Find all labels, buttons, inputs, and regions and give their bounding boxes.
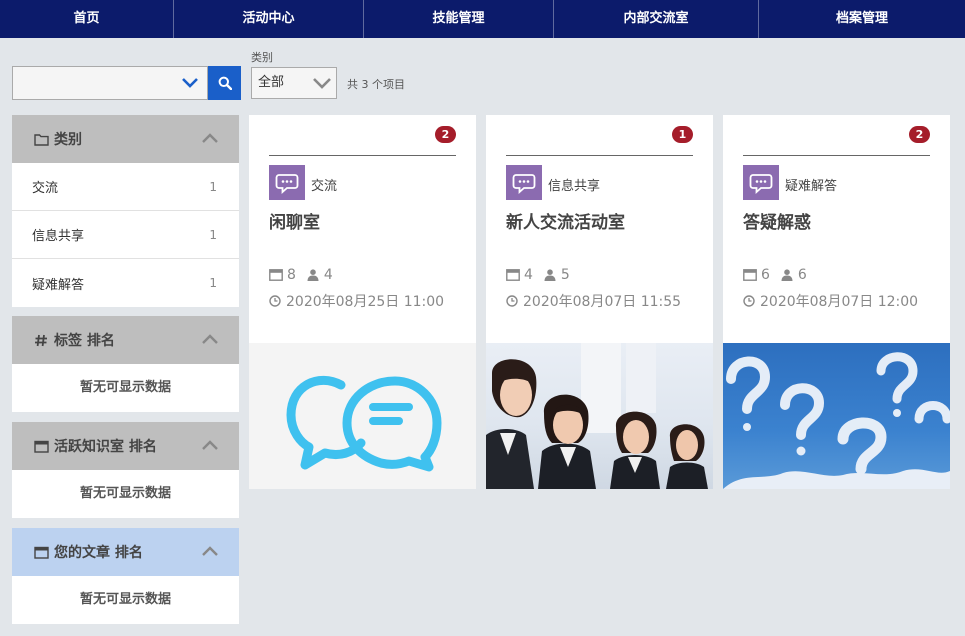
card-stats: 6 6 (743, 267, 807, 283)
card-post-count: 4 (524, 267, 533, 283)
chevron-up-icon[interactable] (201, 545, 219, 557)
search-icon (218, 76, 232, 90)
chevron-up-icon[interactable] (201, 439, 219, 451)
card-stats: 8 4 (269, 267, 333, 283)
category-filter-label: 类别 (251, 51, 273, 64)
card-divider (506, 155, 693, 156)
card-stats: 4 5 (506, 267, 570, 283)
room-card[interactable]: 2 交流 闲聊室 8 4 2020年08月25日 11:00 (249, 115, 476, 489)
window-icon (506, 269, 520, 281)
card-timestamp: 2020年08月07日 11:55 (523, 294, 682, 310)
category-item-count: 1 (209, 227, 217, 242)
my-article-ranking-title: 您的文章 排名 (54, 545, 143, 561)
card-title[interactable]: 新人交流活动室 (506, 208, 625, 233)
unread-badge: 2 (435, 126, 456, 143)
window-icon (34, 440, 49, 453)
user-icon (307, 269, 319, 281)
category-item-label: 疑难解答 (32, 277, 85, 293)
category-item-troubleshooting[interactable]: 疑难解答 1 (12, 259, 239, 307)
cloud-question-marks-photo (723, 343, 950, 489)
chevron-down-icon[interactable] (181, 75, 199, 91)
active-room-ranking-header[interactable]: 活跃知识室 排名 (12, 422, 239, 470)
category-item-info-sharing[interactable]: 信息共享 1 (12, 211, 239, 259)
category-panel: 类别 交流 1 信息共享 1 疑难解答 1 (12, 115, 239, 307)
chevron-up-icon[interactable] (201, 132, 219, 144)
nav-activity-center[interactable]: 活动中心 (174, 0, 364, 38)
item-count: 共 3 个项目 (347, 78, 405, 91)
tag-ranking-empty: 暂无可显示数据 (79, 380, 171, 395)
nav-skill-management[interactable]: 技能管理 (364, 0, 554, 38)
card-member-count: 6 (797, 267, 807, 283)
card-time: 2020年08月07日 11:55 (506, 291, 681, 311)
active-room-ranking-panel: 活跃知识室 排名 暂无可显示数据 (12, 422, 239, 518)
active-room-ranking-title: 活跃知识室 排名 (54, 439, 157, 455)
chevron-up-icon[interactable] (201, 333, 219, 345)
card-title[interactable]: 答疑解惑 (743, 208, 811, 233)
unread-badge: 2 (909, 126, 930, 143)
window-icon (743, 269, 757, 281)
card-title[interactable]: 闲聊室 (269, 208, 320, 233)
nav-internal-exchange[interactable]: 内部交流室 (554, 0, 759, 38)
category-item-exchange[interactable]: 交流 1 (12, 163, 239, 211)
room-card[interactable]: 1 信息共享 新人交流活动室 4 5 2020年08月07日 11:55 (486, 115, 713, 489)
user-icon (544, 269, 556, 281)
nav-archive-management[interactable]: 档案管理 (759, 0, 965, 38)
search-button[interactable] (208, 66, 241, 100)
clock-icon (269, 295, 281, 307)
category-panel-title: 类别 (54, 132, 82, 148)
card-post-count: 8 (287, 267, 296, 283)
user-icon (781, 269, 793, 281)
category-item-count: 1 (209, 276, 217, 290)
category-item-label: 交流 (32, 181, 59, 196)
clock-icon (506, 295, 518, 307)
my-article-ranking-empty: 暂无可显示数据 (79, 592, 171, 607)
my-article-ranking-header[interactable]: 您的文章 排名 (12, 528, 239, 576)
tag-ranking-title: 标签 排名 (54, 333, 115, 349)
category-select[interactable]: 全部 (251, 67, 337, 99)
clock-icon (743, 295, 755, 307)
card-time: 2020年08月07日 12:00 (743, 291, 918, 311)
card-time: 2020年08月25日 11:00 (269, 291, 444, 311)
my-article-ranking-panel: 您的文章 排名 暂无可显示数据 (12, 528, 239, 624)
card-category: 交流 (311, 179, 338, 194)
card-divider (743, 155, 930, 156)
room-card[interactable]: 2 疑难解答 答疑解惑 6 6 2020年08月07日 12:00 (723, 115, 950, 489)
card-member-count: 4 (323, 267, 333, 283)
window-icon (34, 546, 49, 559)
hashtag-icon (34, 334, 49, 347)
chat-icon (506, 165, 542, 200)
card-category: 信息共享 (548, 179, 601, 194)
category-select-value: 全部 (258, 75, 285, 90)
unread-badge: 1 (672, 126, 693, 143)
window-icon (269, 269, 283, 281)
category-panel-header[interactable]: 类别 (12, 115, 239, 163)
chevron-down-icon (313, 78, 331, 89)
card-timestamp: 2020年08月07日 12:00 (760, 294, 919, 310)
card-divider (269, 155, 456, 156)
search-input[interactable] (13, 67, 173, 99)
card-member-count: 5 (560, 267, 570, 283)
active-room-ranking-empty: 暂无可显示数据 (79, 486, 171, 501)
tag-ranking-header[interactable]: 标签 排名 (12, 316, 239, 364)
tag-ranking-panel: 标签 排名 暂无可显示数据 (12, 316, 239, 412)
chat-icon (743, 165, 779, 200)
search-box (12, 66, 208, 100)
card-category: 疑难解答 (785, 179, 838, 194)
category-item-label: 信息共享 (32, 229, 85, 244)
chat-bubbles-icon (249, 343, 476, 489)
category-item-count: 1 (209, 179, 217, 194)
new-employees-photo (486, 343, 713, 489)
folder-icon (34, 133, 49, 146)
top-nav: 首页 活动中心 技能管理 内部交流室 档案管理 (0, 0, 965, 38)
nav-home[interactable]: 首页 (0, 0, 174, 38)
chat-icon (269, 165, 305, 200)
card-timestamp: 2020年08月25日 11:00 (286, 294, 445, 310)
card-post-count: 6 (761, 267, 770, 283)
